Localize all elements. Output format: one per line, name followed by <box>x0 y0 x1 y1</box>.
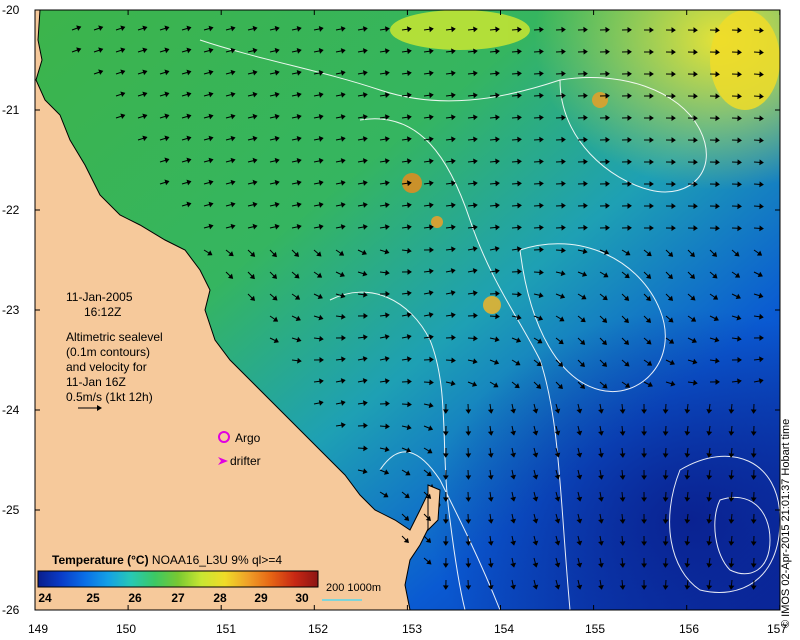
annotation-desc-2: (0.1m contours) <box>66 345 151 359</box>
lon-label-151: 151 <box>215 622 237 636</box>
colorbar-title-rest: NOAA16_L3U 9% ql>=4 <box>148 553 283 567</box>
lon-label-155: 155 <box>584 622 606 636</box>
colorbar-tick-24: 24 <box>38 591 52 605</box>
lon-label-154: 154 <box>493 622 515 636</box>
credit-text: © IMOS 02-Apr-2015 21:01:37 Hobart time <box>780 418 792 628</box>
argo-label: Argo <box>235 431 261 445</box>
colorbar-tick-30: 30 <box>295 591 309 605</box>
lat-label-22: -22 <box>2 203 20 217</box>
annotation-desc-3: and velocity for <box>66 360 147 374</box>
annotation-desc-5: 0.5m/s (1kt 12h) <box>66 390 153 404</box>
lat-label-21: -21 <box>2 103 20 117</box>
lon-label-153: 153 <box>401 622 423 636</box>
colorbar-tick-29: 29 <box>254 591 268 605</box>
lon-label-156: 156 <box>678 622 700 636</box>
annotation-desc-4: 11-Jan 16Z <box>66 375 126 389</box>
annotation-date: 11-Jan-2005 <box>66 290 133 304</box>
lon-label-149: 149 <box>27 622 49 636</box>
lat-label-24: -24 <box>2 403 20 417</box>
colorbar-title: Temperature (°C) NOAA16_L3U 9% ql>=4 <box>52 553 282 567</box>
lat-label-26: -26 <box>2 603 20 617</box>
annotation-desc-1: Altimetric sealevel <box>66 330 163 344</box>
colorbar-tick-28: 28 <box>213 591 227 605</box>
lat-label-20: -20 <box>2 3 20 17</box>
lon-label-152: 152 <box>307 622 329 636</box>
colorbar-tick-27: 27 <box>171 591 185 605</box>
lon-label-150: 150 <box>115 622 137 636</box>
drifter-label: drifter <box>230 454 261 468</box>
lat-label-23: -23 <box>2 303 20 317</box>
colorbar <box>37 570 319 588</box>
colorbar-title-bold: Temperature (°C) <box>52 553 149 567</box>
sst-map <box>34 9 781 611</box>
lat-label-25: -25 <box>2 503 20 517</box>
contour-key-label: 200 1000m <box>326 582 382 594</box>
annotation-time: 16:12Z <box>84 305 122 319</box>
colorbar-tick-25: 25 <box>86 591 100 605</box>
colorbar-tick-26: 26 <box>128 591 142 605</box>
